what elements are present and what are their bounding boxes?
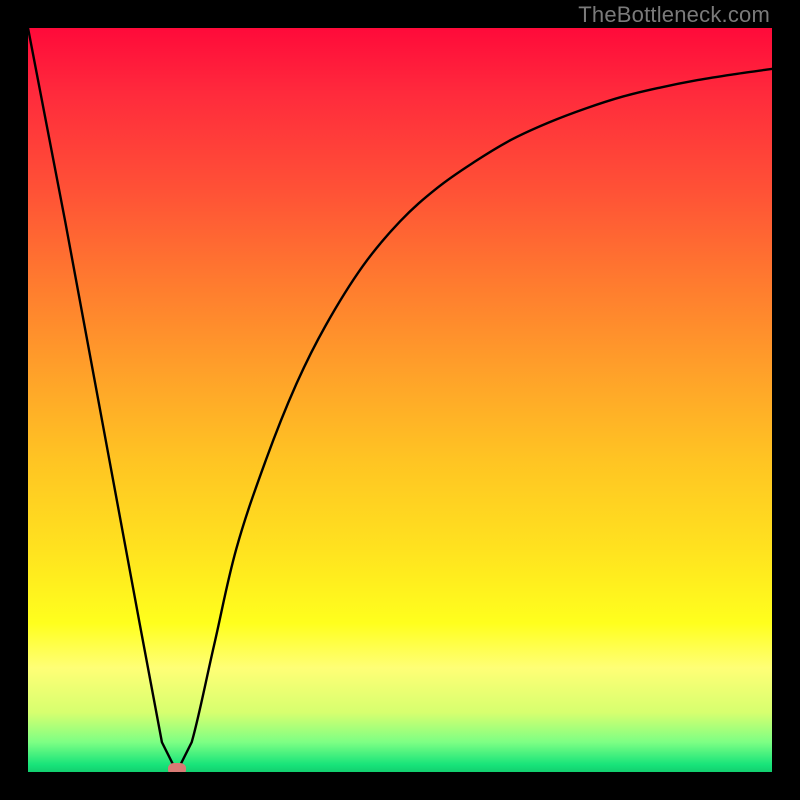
bottleneck-curve — [28, 28, 772, 772]
plot-area — [28, 28, 772, 772]
chart-frame: TheBottleneck.com — [0, 0, 800, 800]
optimal-point-marker — [168, 763, 186, 772]
watermark-text: TheBottleneck.com — [578, 2, 770, 28]
